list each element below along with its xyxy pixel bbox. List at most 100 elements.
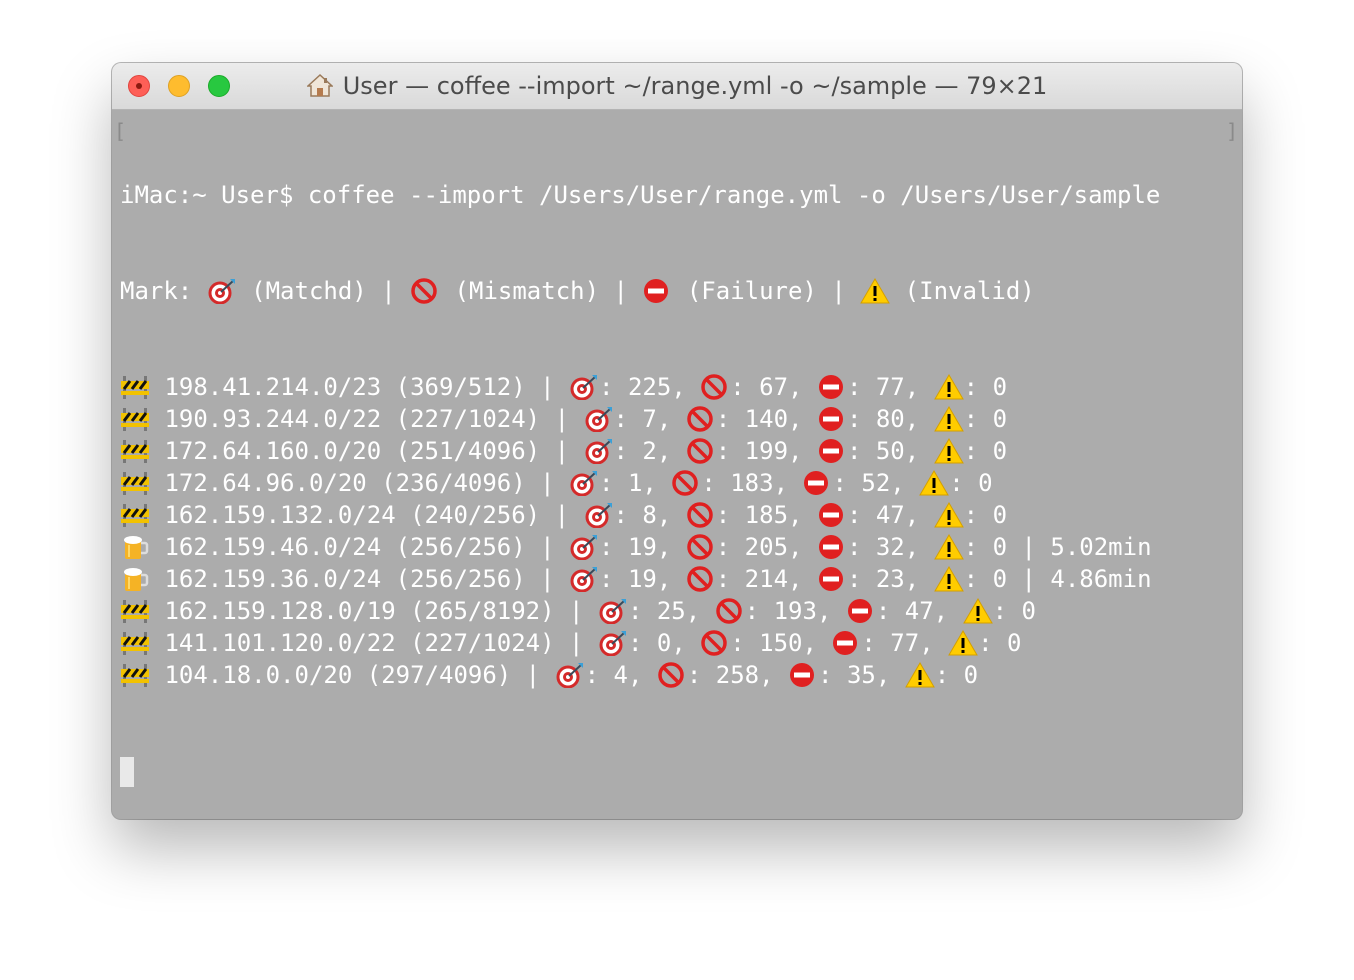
separator: : bbox=[686, 661, 716, 689]
beer-mug-icon bbox=[120, 534, 150, 560]
separator: : bbox=[627, 597, 657, 625]
matched-count: 225 bbox=[627, 373, 672, 401]
no-entry-icon bbox=[817, 438, 847, 464]
result-row: 141.101.120.0/22 (227/1024) | : 0, : 150… bbox=[120, 627, 1230, 659]
separator: , bbox=[627, 661, 657, 689]
ip-range: 162.159.132.0/24 (240/256) bbox=[164, 501, 541, 529]
separator: : bbox=[934, 661, 964, 689]
separator: : bbox=[846, 533, 876, 561]
warning-icon bbox=[860, 278, 891, 304]
separator: , bbox=[759, 661, 789, 689]
terminal-output[interactable]: iMac:~ User$ coffee --import /Users/User… bbox=[120, 115, 1230, 819]
matched-count: 4 bbox=[613, 661, 628, 689]
separator: : bbox=[599, 533, 628, 561]
terminal-window: User — coffee --import ~/range.yml -o ~/… bbox=[112, 63, 1242, 819]
no-entry-icon bbox=[817, 406, 847, 432]
ip-range: 172.64.160.0/20 (251/4096) bbox=[164, 437, 541, 465]
separator: , bbox=[904, 565, 934, 593]
separator: : bbox=[744, 597, 774, 625]
separator: : bbox=[599, 373, 628, 401]
cursor-line bbox=[120, 755, 1230, 787]
failure-count: 80 bbox=[875, 405, 905, 433]
separator: : bbox=[875, 597, 905, 625]
target-icon bbox=[584, 502, 614, 529]
separator: , bbox=[671, 373, 701, 401]
separator: , bbox=[773, 469, 803, 497]
no-entry-icon bbox=[802, 470, 832, 496]
title-bar[interactable]: User — coffee --import ~/range.yml -o ~/… bbox=[112, 63, 1242, 110]
no-entry-icon bbox=[642, 278, 672, 304]
separator: : bbox=[730, 629, 760, 657]
target-icon bbox=[569, 374, 599, 401]
invalid-count: 0 bbox=[978, 469, 993, 497]
failure-count: 77 bbox=[890, 629, 920, 657]
separator: , bbox=[656, 501, 686, 529]
separator: : bbox=[846, 405, 876, 433]
separator: , bbox=[919, 629, 949, 657]
prompt: iMac:~ User$ bbox=[120, 181, 308, 209]
separator: : bbox=[963, 437, 993, 465]
separator: : bbox=[832, 469, 862, 497]
separator: , bbox=[816, 597, 846, 625]
target-icon bbox=[598, 598, 628, 625]
separator: , bbox=[788, 533, 817, 561]
ip-range: 141.101.120.0/22 (227/1024) bbox=[164, 629, 555, 657]
separator: , bbox=[890, 469, 920, 497]
separator: , bbox=[904, 373, 934, 401]
warning-icon bbox=[933, 566, 964, 592]
no-entry-sign-icon bbox=[657, 662, 687, 688]
invalid-count: 0 bbox=[1021, 597, 1036, 625]
warning-icon bbox=[933, 534, 964, 560]
separator: : bbox=[715, 405, 745, 433]
target-icon bbox=[598, 630, 628, 657]
invalid-count: 0 bbox=[992, 373, 1008, 401]
separator: , bbox=[656, 405, 686, 433]
warning-icon bbox=[933, 406, 964, 432]
terminal-cursor bbox=[120, 757, 134, 787]
separator: , bbox=[904, 437, 934, 465]
separator: : bbox=[978, 629, 1008, 657]
separator: , bbox=[802, 629, 832, 657]
no-entry-sign-icon bbox=[410, 278, 440, 304]
separator: : bbox=[861, 629, 891, 657]
result-row: 162.159.132.0/24 (240/256) | : 8, : 185,… bbox=[120, 499, 1230, 531]
separator: : bbox=[715, 501, 745, 529]
invalid-count: 0 bbox=[992, 437, 1008, 465]
mismatch-count: 258 bbox=[715, 661, 760, 689]
no-entry-icon bbox=[831, 630, 861, 656]
warning-icon bbox=[962, 598, 993, 624]
no-entry-sign-icon bbox=[700, 630, 730, 656]
legend-invalid: (Invalid) bbox=[890, 277, 1035, 305]
result-row: 104.18.0.0/20 (297/4096) | : 4, : 258, :… bbox=[120, 659, 1230, 691]
no-entry-icon bbox=[788, 662, 818, 688]
separator: , bbox=[788, 501, 817, 529]
warning-icon bbox=[933, 502, 964, 528]
separator: | bbox=[1007, 565, 1051, 593]
mismatch-count: 150 bbox=[759, 629, 803, 657]
separator: : bbox=[715, 437, 745, 465]
result-row: 162.159.46.0/24 (256/256) | : 19, : 205,… bbox=[120, 531, 1230, 563]
separator: : bbox=[992, 597, 1022, 625]
no-entry-icon bbox=[817, 566, 847, 592]
mismatch-count: 67 bbox=[759, 373, 789, 401]
separator: : bbox=[701, 469, 731, 497]
target-icon bbox=[569, 470, 599, 497]
ip-range: 162.159.128.0/19 (265/8192) bbox=[164, 597, 555, 625]
barrier-icon bbox=[120, 374, 150, 400]
separator: : bbox=[846, 501, 876, 529]
command-text: coffee --import /Users/User/range.yml -o… bbox=[307, 181, 1161, 209]
separator: | bbox=[525, 565, 570, 593]
home-icon bbox=[305, 66, 334, 97]
result-row: 162.159.36.0/24 (256/256) | : 19, : 214,… bbox=[120, 563, 1230, 595]
barrier-icon bbox=[120, 406, 150, 432]
target-icon bbox=[569, 534, 599, 561]
separator: | bbox=[525, 373, 570, 401]
ip-range: 190.93.244.0/22 (227/1024) bbox=[164, 405, 541, 433]
separator: , bbox=[656, 565, 686, 593]
failure-count: 52 bbox=[861, 469, 891, 497]
separator: : bbox=[730, 373, 760, 401]
